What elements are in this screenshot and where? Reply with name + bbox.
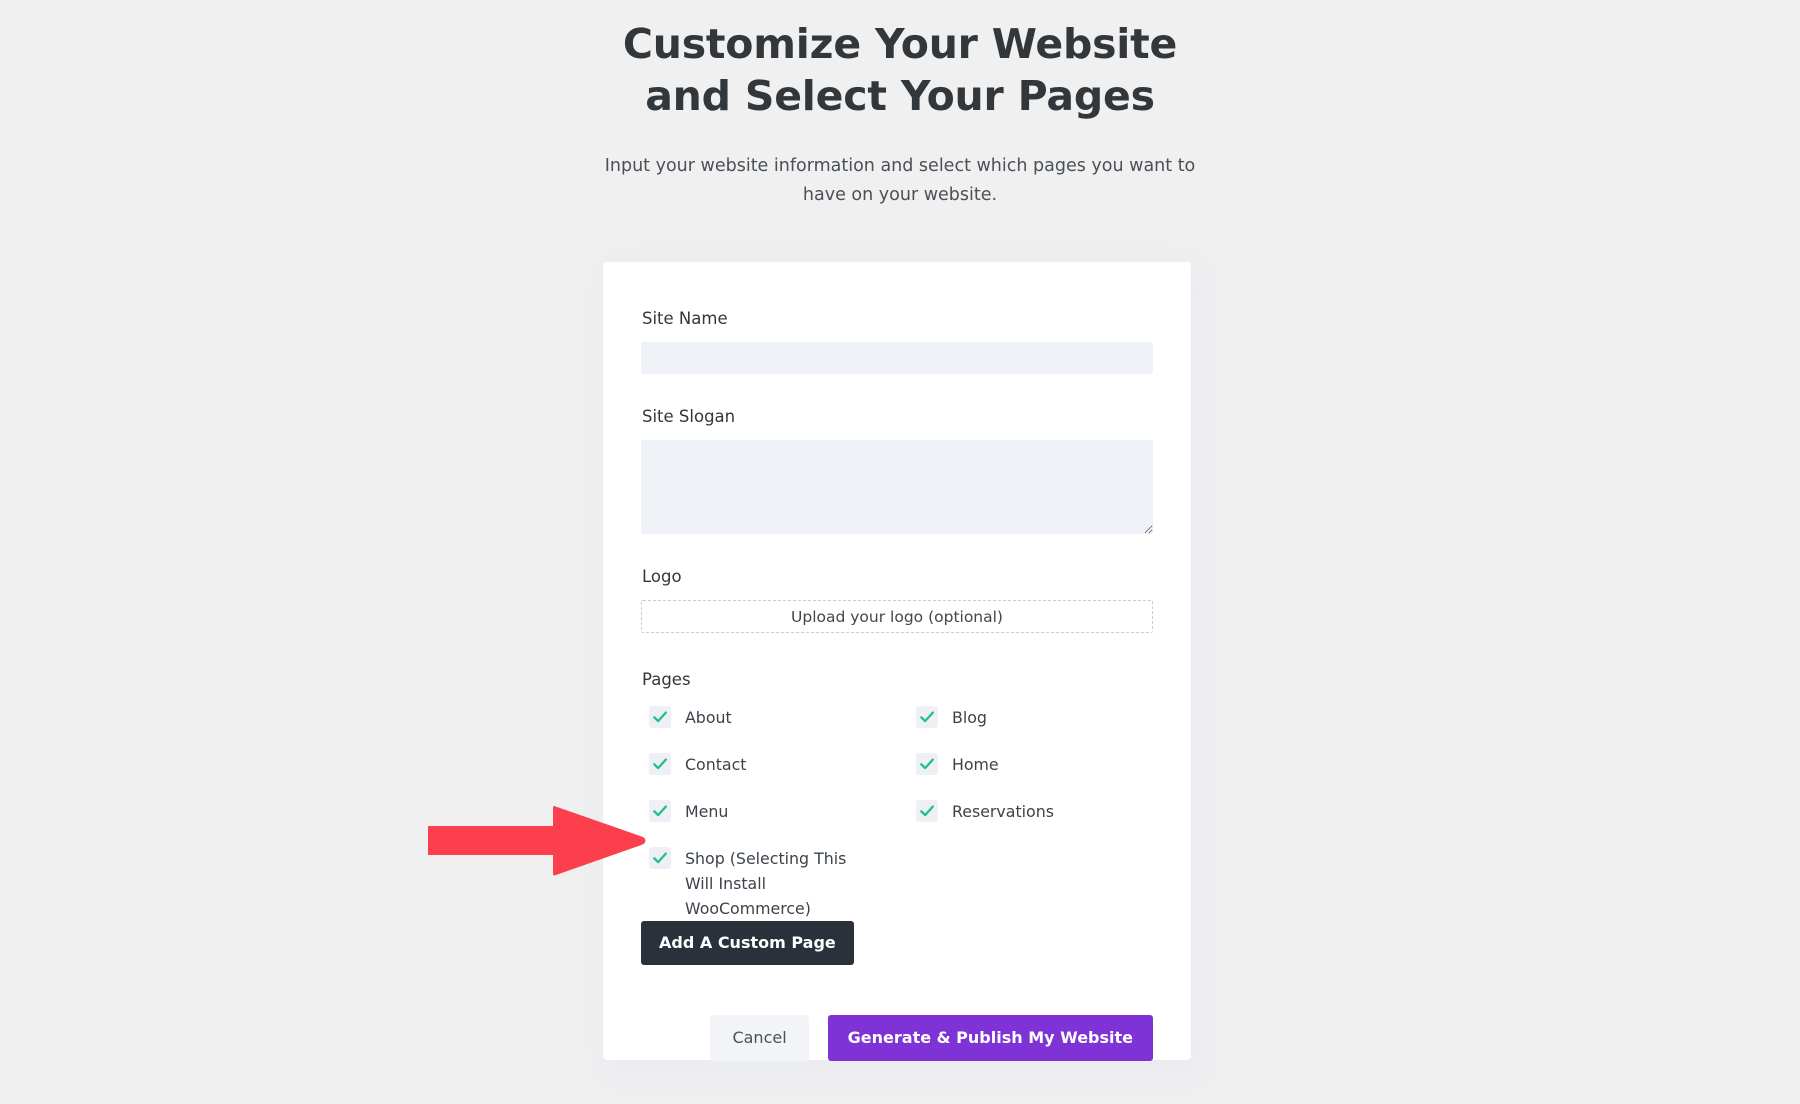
customize-website-card: Site Name Site Slogan Logo Upload your l… [603,262,1191,1061]
logo-upload-label: Upload your logo (optional) [791,607,1003,626]
checkbox-checked-icon[interactable] [649,800,671,822]
page-option-label: Home [952,755,999,774]
site-slogan-label: Site Slogan [642,407,736,426]
page-option-label: Reservations [952,802,1054,821]
site-name-input[interactable] [641,342,1153,374]
checkbox-checked-icon[interactable] [916,753,938,775]
add-custom-page-button[interactable]: Add A Custom Page [641,921,854,965]
page-option-about[interactable]: About [649,705,916,752]
pages-grid-spacer [916,846,1161,904]
page-option-home[interactable]: Home [916,752,1161,799]
checkbox-checked-icon[interactable] [916,800,938,822]
page-option-label: Menu [685,802,729,821]
checkbox-checked-icon[interactable] [649,847,671,869]
page-option-menu[interactable]: Menu [649,799,916,846]
cancel-button[interactable]: Cancel [710,1015,809,1061]
site-slogan-textarea[interactable] [641,440,1153,534]
page-option-reservations[interactable]: Reservations [916,799,1161,846]
generate-publish-button[interactable]: Generate & Publish My Website [827,1015,1153,1061]
page-subtitle: Input your website information and selec… [604,156,1196,205]
page-option-contact[interactable]: Contact [649,752,916,799]
page-option-label: Blog [952,708,987,727]
checkbox-checked-icon[interactable] [916,706,938,728]
page-option-label: About [685,708,732,727]
page-option-label: Contact [685,755,747,774]
checkbox-checked-icon[interactable] [649,706,671,728]
page-title: Customize Your Website and Select Your P… [622,20,1178,120]
checkbox-checked-icon[interactable] [649,753,671,775]
page-header: Customize Your Website and Select Your P… [0,0,1800,210]
logo-label: Logo [642,567,682,586]
page-option-blog[interactable]: Blog [916,705,1161,752]
page-option-shop[interactable]: Shop (Selecting This Will Install WooCom… [649,846,916,918]
page-option-label: Shop (Selecting This Will Install WooCom… [685,849,847,918]
page-root: Customize Your Website and Select Your P… [0,0,1800,1104]
site-name-label: Site Name [642,309,728,328]
pages-checkbox-grid: About Blog Contact Home Menu Reservation… [649,705,1153,918]
logo-upload-dropzone[interactable]: Upload your logo (optional) [641,600,1153,633]
pages-label: Pages [642,670,691,689]
card-action-row: Cancel Generate & Publish My Website [641,1015,1153,1061]
